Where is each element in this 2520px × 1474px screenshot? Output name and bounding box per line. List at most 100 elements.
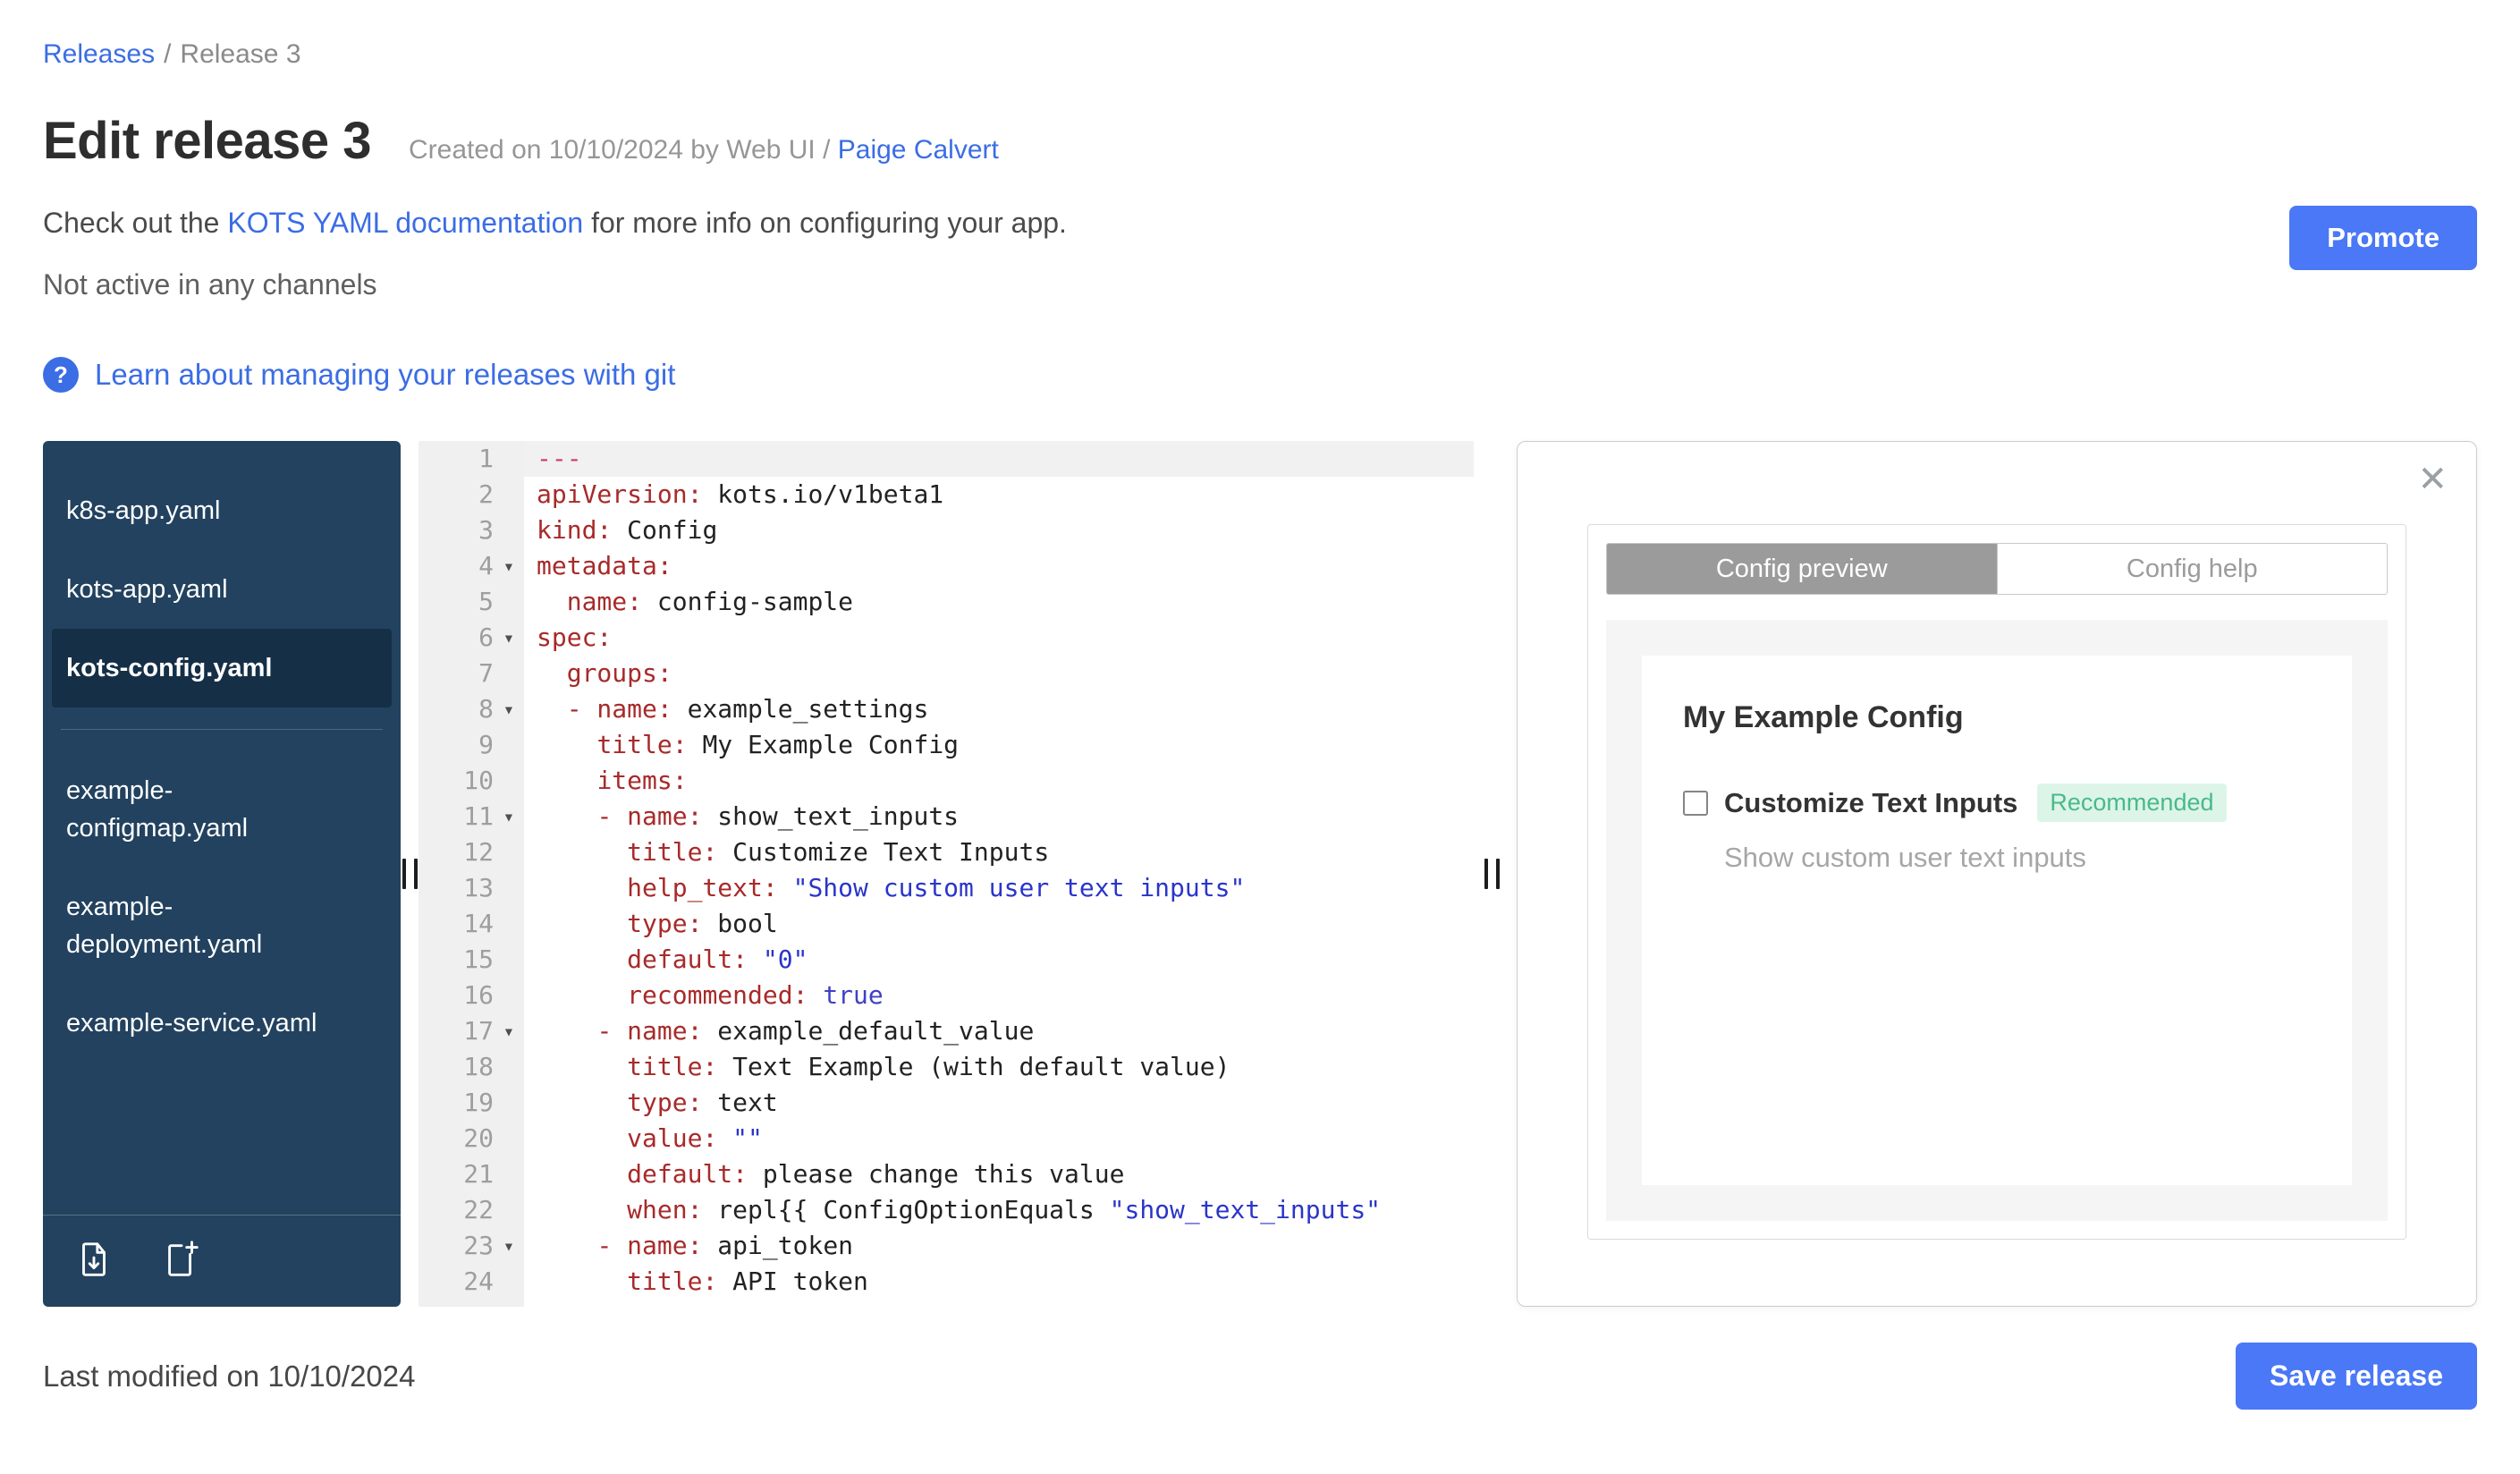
file-item-example-configmap.yaml[interactable]: example-configmap.yaml bbox=[43, 751, 401, 868]
new-file-icon[interactable] bbox=[161, 1239, 202, 1280]
code-text: title: Customize Text Inputs bbox=[627, 837, 1050, 867]
breadcrumb-releases-link[interactable]: Releases bbox=[43, 39, 155, 70]
resize-handle-left[interactable] bbox=[402, 859, 418, 889]
code-line-19[interactable]: 19 type: text bbox=[419, 1085, 1474, 1121]
close-icon[interactable]: ✕ bbox=[2417, 462, 2448, 497]
save-release-button[interactable]: Save release bbox=[2236, 1343, 2477, 1410]
config-item-label: Customize Text Inputs bbox=[1724, 786, 2018, 818]
code-line-13[interactable]: 13 help_text: "Show custom user text inp… bbox=[419, 870, 1474, 906]
line-number: 2 bbox=[478, 479, 494, 509]
code-line-2[interactable]: 2 apiVersion: kots.io/v1beta1 bbox=[419, 477, 1474, 513]
code-line-25[interactable]: 25 type: password bbox=[419, 1300, 1474, 1307]
git-releases-link[interactable]: Learn about managing your releases with … bbox=[95, 358, 675, 392]
help-question-icon[interactable]: ? bbox=[43, 357, 79, 393]
fold-arrow-icon[interactable]: ▾ bbox=[494, 548, 524, 584]
code-line-4[interactable]: 4 ▾ metadata: bbox=[419, 548, 1474, 584]
code-line-20[interactable]: 20 value: "" bbox=[419, 1121, 1474, 1156]
code-line-21[interactable]: 21 default: please change this value bbox=[419, 1156, 1474, 1192]
code-line-24[interactable]: 24 title: API token bbox=[419, 1264, 1474, 1300]
code-line-17[interactable]: 17 ▾ - name: example_default_value bbox=[419, 1013, 1474, 1049]
code-line-9[interactable]: 9 title: My Example Config bbox=[419, 727, 1474, 763]
editor-region: k8s-app.yaml kots-app.yaml kots-config.yam… bbox=[43, 441, 2477, 1307]
line-number: 6 bbox=[478, 623, 494, 652]
code-line-6[interactable]: 6 ▾ spec: bbox=[419, 620, 1474, 656]
import-file-icon[interactable] bbox=[73, 1239, 114, 1280]
code-line-23[interactable]: 23 ▾ - name: api_token bbox=[419, 1228, 1474, 1264]
line-number: 22 bbox=[463, 1195, 494, 1224]
code-line-11[interactable]: 11 ▾ - name: show_text_inputs bbox=[419, 799, 1474, 834]
resize-handle-right[interactable] bbox=[1484, 859, 1500, 889]
code-line-18[interactable]: 18 title: Text Example (with default val… bbox=[419, 1049, 1474, 1085]
config-card: My Example Config Customize Text Inputs … bbox=[1642, 656, 2352, 1185]
code-text: title: My Example Config bbox=[596, 730, 960, 759]
code-line-12[interactable]: 12 title: Customize Text Inputs bbox=[419, 834, 1474, 870]
fold-arrow-icon[interactable]: ▾ bbox=[494, 691, 524, 727]
code-line-15[interactable]: 15 default: "0" bbox=[419, 942, 1474, 978]
line-number: 18 bbox=[463, 1052, 494, 1081]
fold-arrow-icon[interactable]: ▾ bbox=[494, 620, 524, 656]
code-text: --- bbox=[524, 441, 1474, 477]
line-number: 12 bbox=[463, 837, 494, 867]
customize-text-inputs-checkbox[interactable] bbox=[1683, 790, 1708, 816]
code-line-22[interactable]: 22 when: repl{{ ConfigOptionEquals "show… bbox=[419, 1192, 1474, 1228]
code-line-7[interactable]: 7 groups: bbox=[419, 656, 1474, 691]
fold-arrow-icon[interactable]: ▾ bbox=[494, 1228, 524, 1264]
code-line-5[interactable]: 5 name: config-sample bbox=[419, 584, 1474, 620]
footer-row: Last modified on 10/10/2024 Save release bbox=[43, 1343, 2477, 1410]
sidebar-divider bbox=[61, 729, 383, 731]
fold-arrow-icon[interactable]: ▾ bbox=[494, 799, 524, 834]
code-line-1[interactable]: 1 --- bbox=[419, 441, 1474, 477]
line-number: 11 bbox=[463, 801, 494, 831]
preview-tabs: Config preview Config help bbox=[1606, 543, 2388, 595]
file-item-kots-app.yaml[interactable]: kots-app.yaml bbox=[43, 550, 401, 629]
code-line-16[interactable]: 16 recommended: true bbox=[419, 978, 1474, 1013]
line-number: 21 bbox=[463, 1159, 494, 1189]
code-text: items: bbox=[596, 766, 688, 795]
config-item-row: Customize Text Inputs Recommended bbox=[1683, 784, 2311, 822]
file-item-k8s-app.yaml[interactable]: k8s-app.yaml bbox=[43, 471, 401, 550]
code-lines: 1 --- 2 apiVersion: kots.io/v1beta1 3 kind: C… bbox=[419, 441, 1474, 1307]
git-help-row: ? Learn about managing your releases wit… bbox=[43, 357, 2477, 393]
breadcrumb-separator: / bbox=[164, 39, 172, 69]
line-number: 19 bbox=[463, 1088, 494, 1117]
code-text: title: Text Example (with default value) bbox=[627, 1052, 1230, 1081]
title-row: Edit release 3 Created on 10/10/2024 by … bbox=[43, 111, 2477, 171]
file-item-example-service.yaml[interactable]: example-service.yaml bbox=[43, 984, 401, 1063]
file-item-example-deployment.yaml[interactable]: example-deployment.yaml bbox=[43, 868, 401, 984]
promote-button[interactable]: Promote bbox=[2289, 206, 2477, 270]
code-text: groups: bbox=[566, 658, 672, 688]
fold-arrow-icon[interactable]: ▾ bbox=[494, 1013, 524, 1049]
tab-config-help[interactable]: Config help bbox=[1996, 544, 2387, 594]
recommended-badge: Recommended bbox=[2037, 784, 2227, 822]
docs-prefix: Check out the bbox=[43, 207, 228, 239]
code-line-10[interactable]: 10 items: bbox=[419, 763, 1474, 799]
kots-docs-link[interactable]: KOTS YAML documentation bbox=[227, 207, 583, 239]
line-number: 23 bbox=[463, 1231, 494, 1260]
code-line-14[interactable]: 14 type: bool bbox=[419, 906, 1474, 942]
code-line-3[interactable]: 3 kind: Config bbox=[419, 513, 1474, 548]
config-item-help: Show custom user text inputs bbox=[1724, 842, 2086, 873]
code-line-8[interactable]: 8 ▾ - name: example_settings bbox=[419, 691, 1474, 727]
docs-suffix: for more info on configuring your app. bbox=[583, 207, 1067, 239]
file-item-kots-config.yaml[interactable]: kots-config.yaml bbox=[52, 629, 392, 708]
config-group-title: My Example Config bbox=[1683, 700, 1964, 734]
line-number: 25 bbox=[419, 1300, 494, 1307]
line-number: 14 bbox=[463, 909, 494, 938]
code-editor[interactable]: 1 --- 2 apiVersion: kots.io/v1beta1 3 kind: C… bbox=[419, 441, 1474, 1307]
tab-config-preview[interactable]: Config preview bbox=[1607, 544, 1997, 594]
code-text: when: repl{{ ConfigOptionEquals "show_te… bbox=[627, 1195, 1382, 1224]
line-number: 7 bbox=[478, 658, 494, 688]
created-by-link[interactable]: Paige Calvert bbox=[838, 135, 999, 165]
code-text: recommended: true bbox=[627, 980, 884, 1010]
